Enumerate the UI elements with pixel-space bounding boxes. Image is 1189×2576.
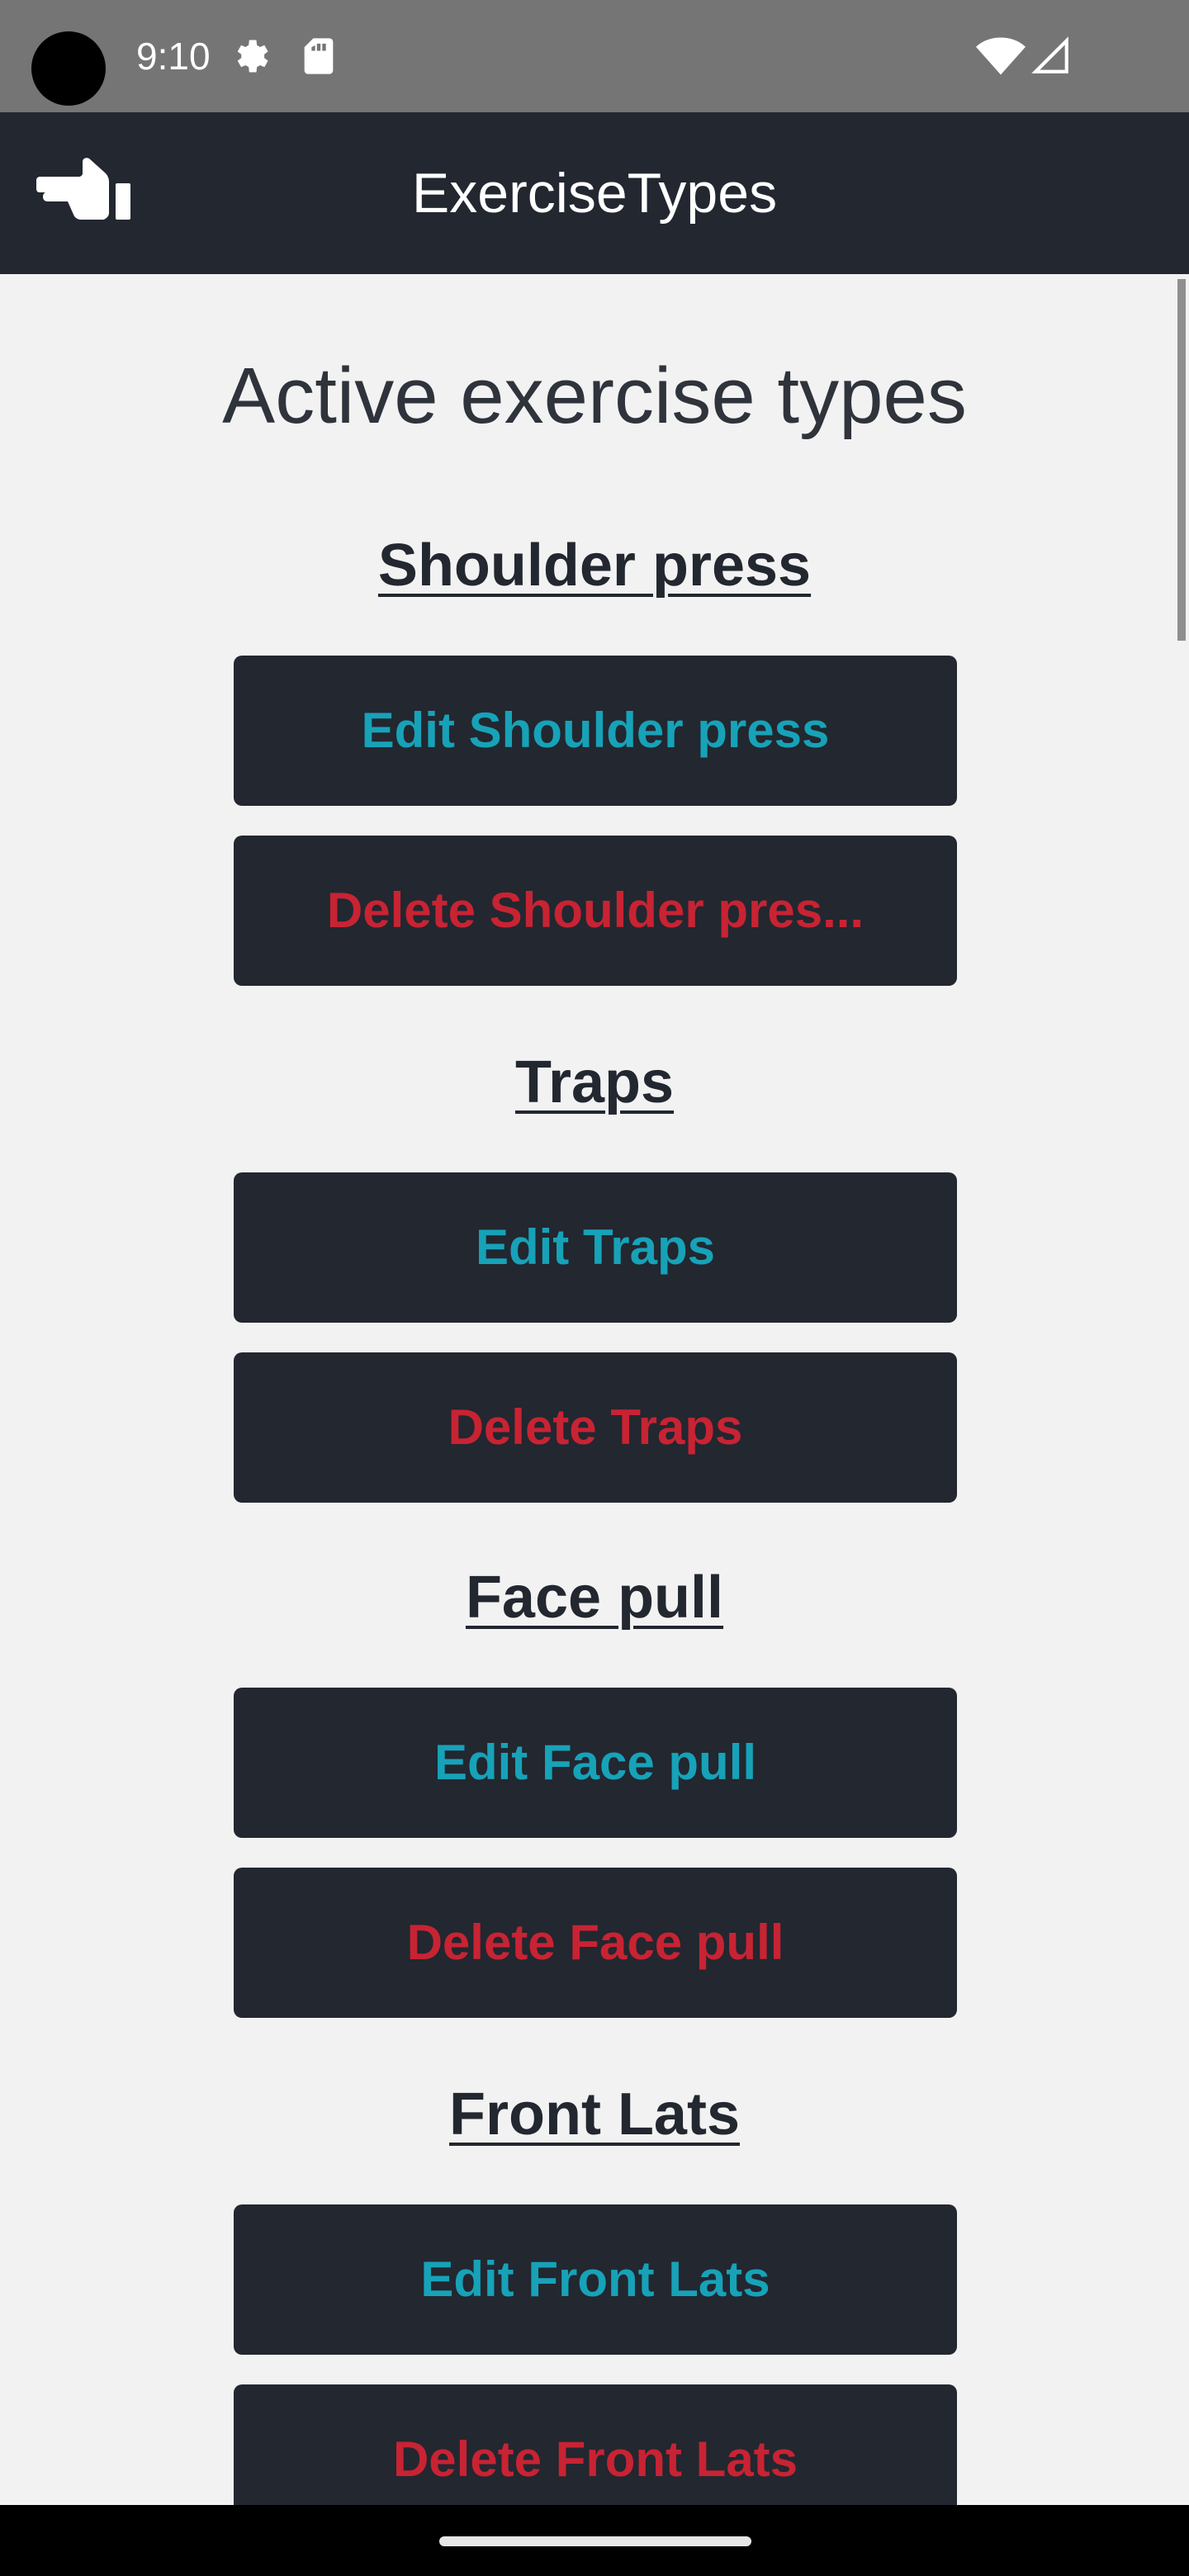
app-title: ExerciseTypes [411, 162, 778, 225]
delete-shoulder-press-button[interactable]: Delete Shoulder pres... [234, 836, 957, 986]
exercise-name-traps: Traps [514, 1049, 675, 1115]
app-bar: ExerciseTypes [0, 112, 1189, 274]
exercise-name-face-pull: Face pull [465, 1565, 724, 1631]
edit-shoulder-press-button[interactable]: Edit Shoulder press [234, 656, 957, 806]
home-indicator[interactable] [439, 2536, 751, 2546]
exercise-name-front-lats: Front Lats [449, 2081, 740, 2147]
scrollbar[interactable] [1177, 279, 1186, 641]
signal-icon [1031, 36, 1068, 73]
edit-face-pull-button[interactable]: Edit Face pull [234, 1688, 957, 1838]
page-title: Active exercise types [222, 352, 967, 440]
exercise-name-shoulder-press: Shoulder press [377, 533, 812, 599]
pointing-hand-icon[interactable] [36, 155, 132, 225]
main-content[interactable]: Active exercise types Shoulder press Edi… [0, 274, 1189, 2505]
gear-icon [237, 40, 268, 73]
status-bar: 9:10 [0, 0, 1189, 112]
wifi-icon [976, 37, 1026, 75]
edit-front-lats-button[interactable]: Edit Front Lats [234, 2204, 957, 2355]
delete-face-pull-button[interactable]: Delete Face pull [234, 1868, 957, 2018]
navigation-bar [0, 2505, 1189, 2576]
delete-traps-button[interactable]: Delete Traps [234, 1352, 957, 1503]
delete-front-lats-button[interactable]: Delete Front Lats [234, 2384, 957, 2505]
edit-traps-button[interactable]: Edit Traps [234, 1172, 957, 1323]
status-time: 9:10 [136, 35, 211, 78]
camera-cutout [31, 31, 106, 106]
sd-card-icon [304, 38, 334, 74]
